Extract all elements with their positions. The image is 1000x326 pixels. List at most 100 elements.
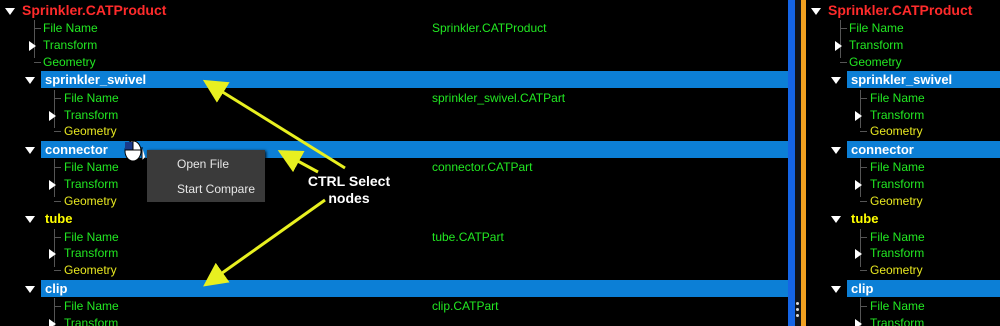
expand-arrow-icon[interactable] (49, 180, 56, 190)
tree-branch (54, 201, 61, 202)
collapse-arrow-icon[interactable] (25, 77, 35, 84)
tree-branch (54, 131, 61, 132)
splitter-left-edge[interactable] (788, 0, 795, 326)
tree-node-clip[interactable]: clip (806, 280, 1000, 297)
tree-row-geometry[interactable]: Geometry (806, 54, 1000, 71)
field-label: File Name (64, 230, 119, 244)
field-label: Transform (64, 108, 119, 122)
callout-line-1: CTRL Select (307, 173, 391, 189)
field-label: Geometry (870, 194, 923, 208)
field-label: Transform (64, 246, 119, 260)
tree-node-tube[interactable]: tube (0, 210, 788, 227)
expand-arrow-icon[interactable] (855, 319, 862, 326)
tree-row-geometry[interactable]: Geometry (806, 193, 1000, 210)
tree-row-geometry[interactable]: Geometry (0, 54, 788, 71)
expand-arrow-icon[interactable] (835, 41, 842, 51)
tree-row-transform[interactable]: Transform (806, 176, 1000, 193)
tree-row-file-name[interactable]: File Name sprinkler_swivel.CATPart (0, 90, 788, 107)
tree-branch (54, 237, 61, 238)
field-label: Geometry (43, 55, 96, 69)
tree-node-connector[interactable]: connector (806, 141, 1000, 158)
field-value: Sprinkler.CATProduct (432, 21, 547, 35)
tree-branch (54, 167, 61, 168)
tree-root-row[interactable]: Sprinkler.CATProduct (0, 2, 788, 19)
node-label: tube (851, 211, 879, 226)
collapse-arrow-icon[interactable] (831, 77, 841, 84)
field-label: Geometry (64, 263, 117, 277)
tree-branch (860, 237, 867, 238)
menu-item-open-file[interactable]: Open File (177, 155, 229, 173)
tree-row-geometry[interactable]: Geometry (806, 123, 1000, 140)
tree-branch (860, 131, 867, 132)
collapse-arrow-icon[interactable] (5, 8, 15, 15)
tree-node-sprinkler-swivel[interactable]: sprinkler_swivel (806, 71, 1000, 88)
tree-root-row[interactable]: Sprinkler.CATProduct (806, 2, 1000, 19)
tree-row-transform[interactable]: Transform (0, 37, 788, 54)
mouse-cursor-icon (124, 140, 146, 163)
tree-row-transform[interactable]: Transform (0, 107, 788, 124)
field-label: Transform (870, 177, 925, 191)
expand-arrow-icon[interactable] (29, 41, 36, 51)
expand-arrow-icon[interactable] (49, 319, 56, 326)
expand-arrow-icon[interactable] (855, 111, 862, 121)
splitter-grip-icon[interactable] (796, 302, 800, 320)
tree-row-transform[interactable]: Transform (806, 315, 1000, 326)
collapse-arrow-icon[interactable] (25, 147, 35, 154)
tree-branch (54, 306, 61, 307)
tree-branch (860, 201, 867, 202)
field-label: Transform (849, 38, 904, 52)
tree-row-transform[interactable]: Transform (806, 245, 1000, 262)
field-label: File Name (870, 160, 925, 174)
node-label: clip (45, 281, 68, 296)
field-label: File Name (870, 299, 925, 313)
tree-row-file-name[interactable]: File Name (806, 90, 1000, 107)
tree-branch (54, 98, 61, 99)
collapse-arrow-icon[interactable] (25, 216, 35, 223)
tree-row-file-name[interactable]: File Name tube.CATPart (0, 229, 788, 246)
expand-arrow-icon[interactable] (855, 249, 862, 259)
field-value: sprinkler_swivel.CATPart (432, 91, 566, 105)
tree-branch (54, 270, 61, 271)
tree-row-file-name[interactable]: File Name Sprinkler.CATProduct (0, 20, 788, 37)
field-label: File Name (870, 91, 925, 105)
tree-node-tube[interactable]: tube (806, 210, 1000, 227)
collapse-arrow-icon[interactable] (831, 286, 841, 293)
tree-row-file-name[interactable]: File Name (806, 20, 1000, 37)
node-label: clip (851, 281, 874, 296)
expand-arrow-icon[interactable] (855, 180, 862, 190)
collapse-arrow-icon[interactable] (811, 8, 821, 15)
tree-node-sprinkler-swivel[interactable]: sprinkler_swivel (0, 71, 788, 88)
tree-row-file-name[interactable]: File Name (806, 159, 1000, 176)
tree-row-transform[interactable]: Transform (806, 107, 1000, 124)
menu-item-start-compare[interactable]: Start Compare (177, 180, 255, 198)
tree-row-file-name[interactable]: File Name clip.CATPart (0, 298, 788, 315)
tree-branch (34, 62, 41, 63)
tree-row-geometry[interactable]: Geometry (0, 262, 788, 279)
root-label: Sprinkler.CATProduct (828, 2, 973, 18)
expand-arrow-icon[interactable] (49, 249, 56, 259)
tree-row-file-name[interactable]: File Name (806, 229, 1000, 246)
tree-row-transform[interactable]: Transform (0, 245, 788, 262)
field-label: Geometry (64, 124, 117, 138)
tree-row-transform[interactable]: Transform (806, 37, 1000, 54)
tree-node-connector[interactable]: connector (0, 141, 788, 158)
collapse-arrow-icon[interactable] (831, 147, 841, 154)
node-label: tube (45, 211, 73, 226)
tree-node-clip[interactable]: clip (0, 280, 788, 297)
tree-row-file-name[interactable]: File Name (806, 298, 1000, 315)
expand-arrow-icon[interactable] (49, 111, 56, 121)
tree-row-geometry[interactable]: Geometry (0, 123, 788, 140)
field-label: Transform (64, 177, 119, 191)
node-label: sprinkler_swivel (851, 72, 953, 87)
field-label: Transform (870, 246, 925, 260)
node-label: sprinkler_swivel (45, 72, 147, 87)
context-menu: Open File Start Compare (147, 150, 265, 202)
tree-row-transform[interactable]: Transform (0, 315, 788, 326)
field-label: Geometry (870, 124, 923, 138)
collapse-arrow-icon[interactable] (25, 286, 35, 293)
tree-row-geometry[interactable]: Geometry (806, 262, 1000, 279)
field-label: File Name (870, 230, 925, 244)
field-label: Geometry (849, 55, 902, 69)
collapse-arrow-icon[interactable] (831, 216, 841, 223)
node-label: connector (851, 142, 914, 157)
